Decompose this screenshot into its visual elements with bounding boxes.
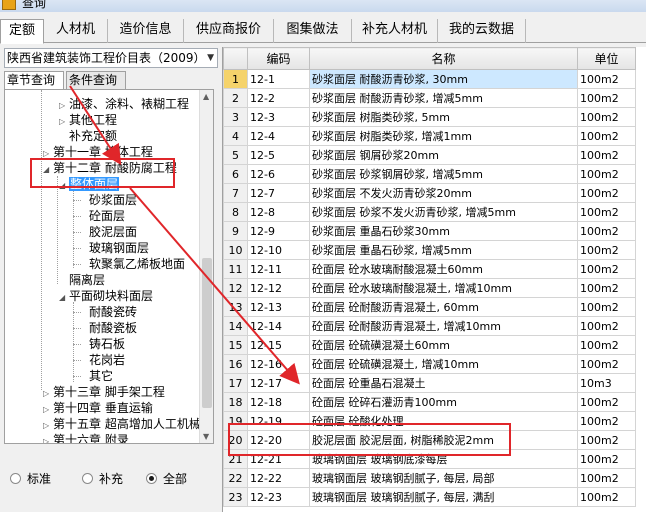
- annotation-arrow: [69, 85, 122, 166]
- annotation-arrows: [69, 85, 300, 385]
- annotation-arrow: [129, 187, 300, 385]
